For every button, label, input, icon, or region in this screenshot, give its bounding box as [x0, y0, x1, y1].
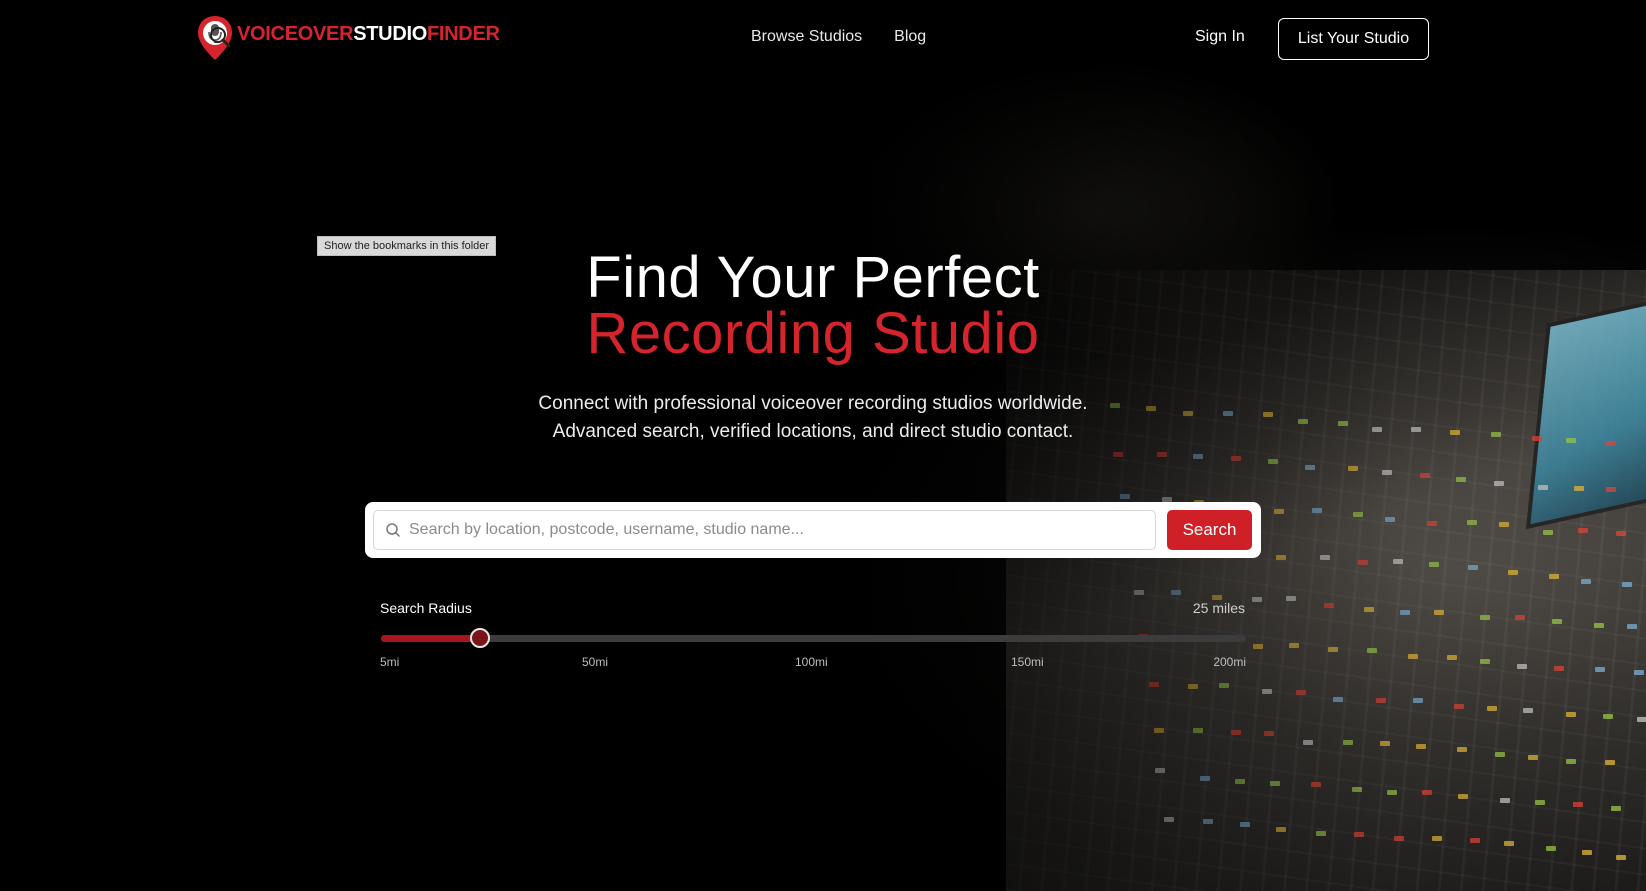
radius-slider[interactable]	[381, 628, 1246, 648]
logo-wordmark: VOICEOVERSTUDIOFINDER	[237, 23, 500, 46]
sign-in-link[interactable]: Sign In	[1195, 28, 1245, 46]
nav-browse-studios[interactable]: Browse Studios	[751, 28, 862, 46]
logo-voiceover: VOICEOVER	[237, 22, 354, 45]
search-radius-label: Search Radius	[380, 600, 472, 616]
radius-tick: 150mi	[1011, 655, 1044, 669]
main-nav: Browse Studios Blog	[751, 28, 926, 46]
radius-tick: 50mi	[582, 655, 609, 669]
logo-finder: FINDER	[426, 22, 500, 45]
hero-title-line2: Recording Studio	[586, 301, 1040, 366]
microphone-pin-icon	[196, 14, 234, 60]
radius-slider-fill	[381, 635, 480, 642]
hero-subtitle-line1: Connect with professional voiceover reco…	[538, 393, 1088, 414]
list-your-studio-button[interactable]: List Your Studio	[1278, 18, 1429, 60]
nav-blog[interactable]: Blog	[894, 28, 926, 46]
search-field[interactable]	[373, 510, 1156, 550]
top-nav: VOICEOVERSTUDIOFINDER Browse Studios Blo…	[0, 0, 1646, 78]
search-button[interactable]: Search	[1167, 510, 1252, 550]
radius-ticks: 5mi 50mi 100mi 150mi 200mi	[380, 655, 1246, 671]
logo-studio: STUDIO	[353, 22, 427, 45]
radius-tick: 100mi	[795, 655, 828, 669]
radius-tick: 5mi	[380, 655, 400, 669]
search-input[interactable]	[409, 521, 1149, 539]
hero-subtitle-line2: Advanced search, verified locations, and…	[552, 421, 1074, 442]
radius-tick: 200mi	[1213, 655, 1246, 669]
radius-slider-thumb[interactable]	[469, 628, 490, 648]
search-icon	[385, 522, 401, 538]
search-bar: Search	[365, 502, 1261, 558]
search-radius-value: 25 miles	[1192, 600, 1245, 616]
site-logo[interactable]: VOICEOVERSTUDIOFINDER	[196, 14, 500, 60]
